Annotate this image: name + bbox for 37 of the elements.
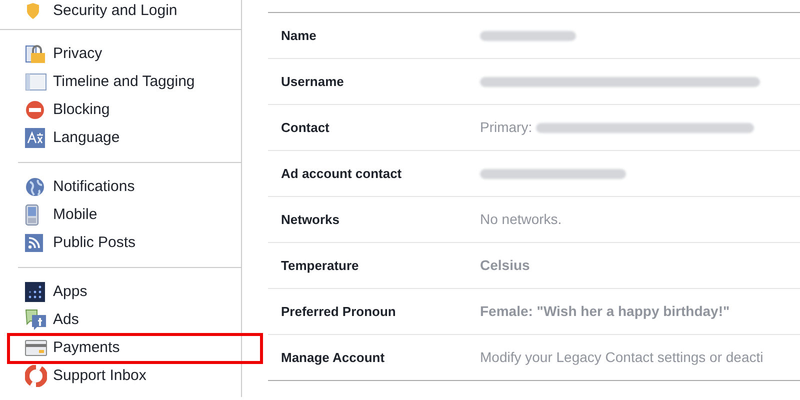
setting-value: No networks.: [480, 210, 562, 229]
sidebar-item[interactable]: Apps: [18, 278, 241, 306]
sidebar-item[interactable]: Timeline and Tagging: [18, 68, 241, 96]
globe-icon: [25, 177, 45, 197]
sidebar-item[interactable]: Payments: [18, 334, 241, 362]
credit-card-icon: [25, 340, 47, 356]
setting-label: Username: [280, 72, 345, 91]
setting-label: Networks: [280, 210, 341, 229]
timeline-icon: [25, 73, 47, 91]
setting-label: Contact: [280, 118, 330, 137]
padlock-icon: [25, 44, 47, 64]
sidebar-item[interactable]: Support Inbox: [18, 362, 241, 390]
shield-icon: [25, 2, 41, 20]
grid-dots-icon: [25, 282, 45, 302]
sidebar-item[interactable]: Security and Login: [25, 0, 241, 25]
sidebar-item[interactable]: Blocking: [18, 96, 241, 124]
sidebar-item[interactable]: Notifications: [18, 173, 241, 201]
sidebar-item[interactable]: Language: [18, 124, 241, 152]
sidebar-item[interactable]: Privacy: [18, 40, 241, 68]
sidebar-item[interactable]: Ads: [18, 306, 241, 334]
lifebuoy-icon: [25, 365, 47, 387]
phone-icon: [25, 204, 39, 226]
setting-label: Ad account contact: [280, 164, 403, 183]
no-entry-icon: [25, 100, 45, 120]
rss-icon: [25, 234, 43, 252]
sidebar-item[interactable]: Mobile: [18, 201, 241, 229]
setting-label: Preferred Pronoun: [280, 302, 397, 321]
speech-bubble-icon: [25, 309, 47, 331]
setting-value: Female: "Wish her a happy birthday!": [480, 302, 730, 321]
setting-label: Manage Account: [280, 348, 386, 367]
translate-icon: [25, 128, 45, 148]
setting-label: Temperature: [280, 256, 360, 275]
sidebar-item[interactable]: Public Posts: [18, 229, 241, 257]
setting-value: Celsius: [480, 256, 530, 275]
setting-label: Name: [280, 26, 318, 45]
setting-value: Modify your Legacy Contact settings or deacti: [480, 348, 764, 367]
contact-prefix: Primary:: [480, 118, 532, 137]
